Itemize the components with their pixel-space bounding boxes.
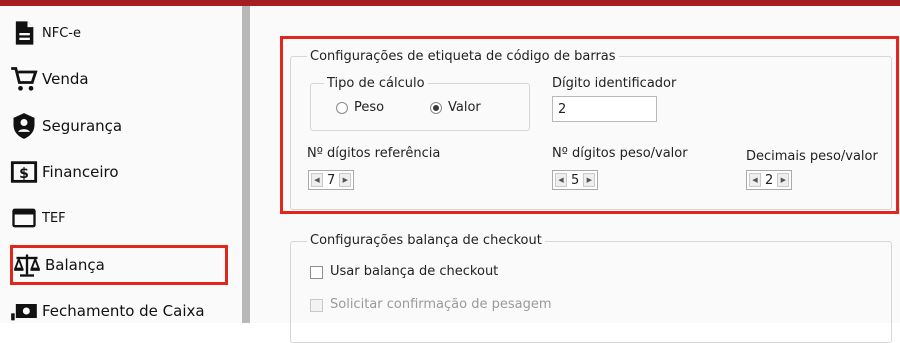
cart-icon [11,67,38,91]
sidebar-item-label: Fechamento de Caixa [42,302,205,320]
sidebar: NFC-e Venda Segurança $ Financeiro TEF B… [0,6,242,323]
shield-user-icon [13,113,35,139]
document-icon [15,21,34,45]
balanca-settings-panel: Configurações de etiqueta de código de b… [250,6,900,343]
sidebar-item-nfce[interactable]: NFC-e [10,16,81,50]
sidebar-item-label: Segurança [42,117,123,135]
sidebar-item-financeiro[interactable]: $ Financeiro [10,155,119,189]
money-icon: $ [10,161,38,183]
confirm-weighing-checkbox[interactable] [310,299,323,312]
sidebar-item-label: Balança [45,256,105,274]
sidebar-item-balanca[interactable]: Balança [10,245,228,285]
checkout-scale-legend: Configurações balança de checkout [307,233,545,248]
sidebar-item-label: NFC-e [42,25,81,41]
sidebar-item-label: Venda [42,70,89,88]
use-checkout-scale-label: Usar balança de checkout [330,264,499,279]
card-icon [12,208,36,228]
sidebar-item-label: TEF [42,210,66,226]
sidebar-item-seguranca[interactable]: Segurança [10,109,122,143]
barcode-group-highlight [280,36,899,214]
svg-text:$: $ [19,166,29,182]
checkout-scale-group [290,241,892,343]
sidebar-divider [242,6,250,323]
sidebar-item-label: Financeiro [42,163,119,181]
cash-register-icon [11,304,37,321]
sidebar-item-tef[interactable]: TEF [10,201,66,235]
confirm-weighing-label: Solicitar confirmação de pesagem [330,297,552,312]
sidebar-item-venda[interactable]: Venda [10,62,89,96]
use-checkout-scale-checkbox[interactable] [310,266,323,279]
scale-icon [13,254,41,277]
